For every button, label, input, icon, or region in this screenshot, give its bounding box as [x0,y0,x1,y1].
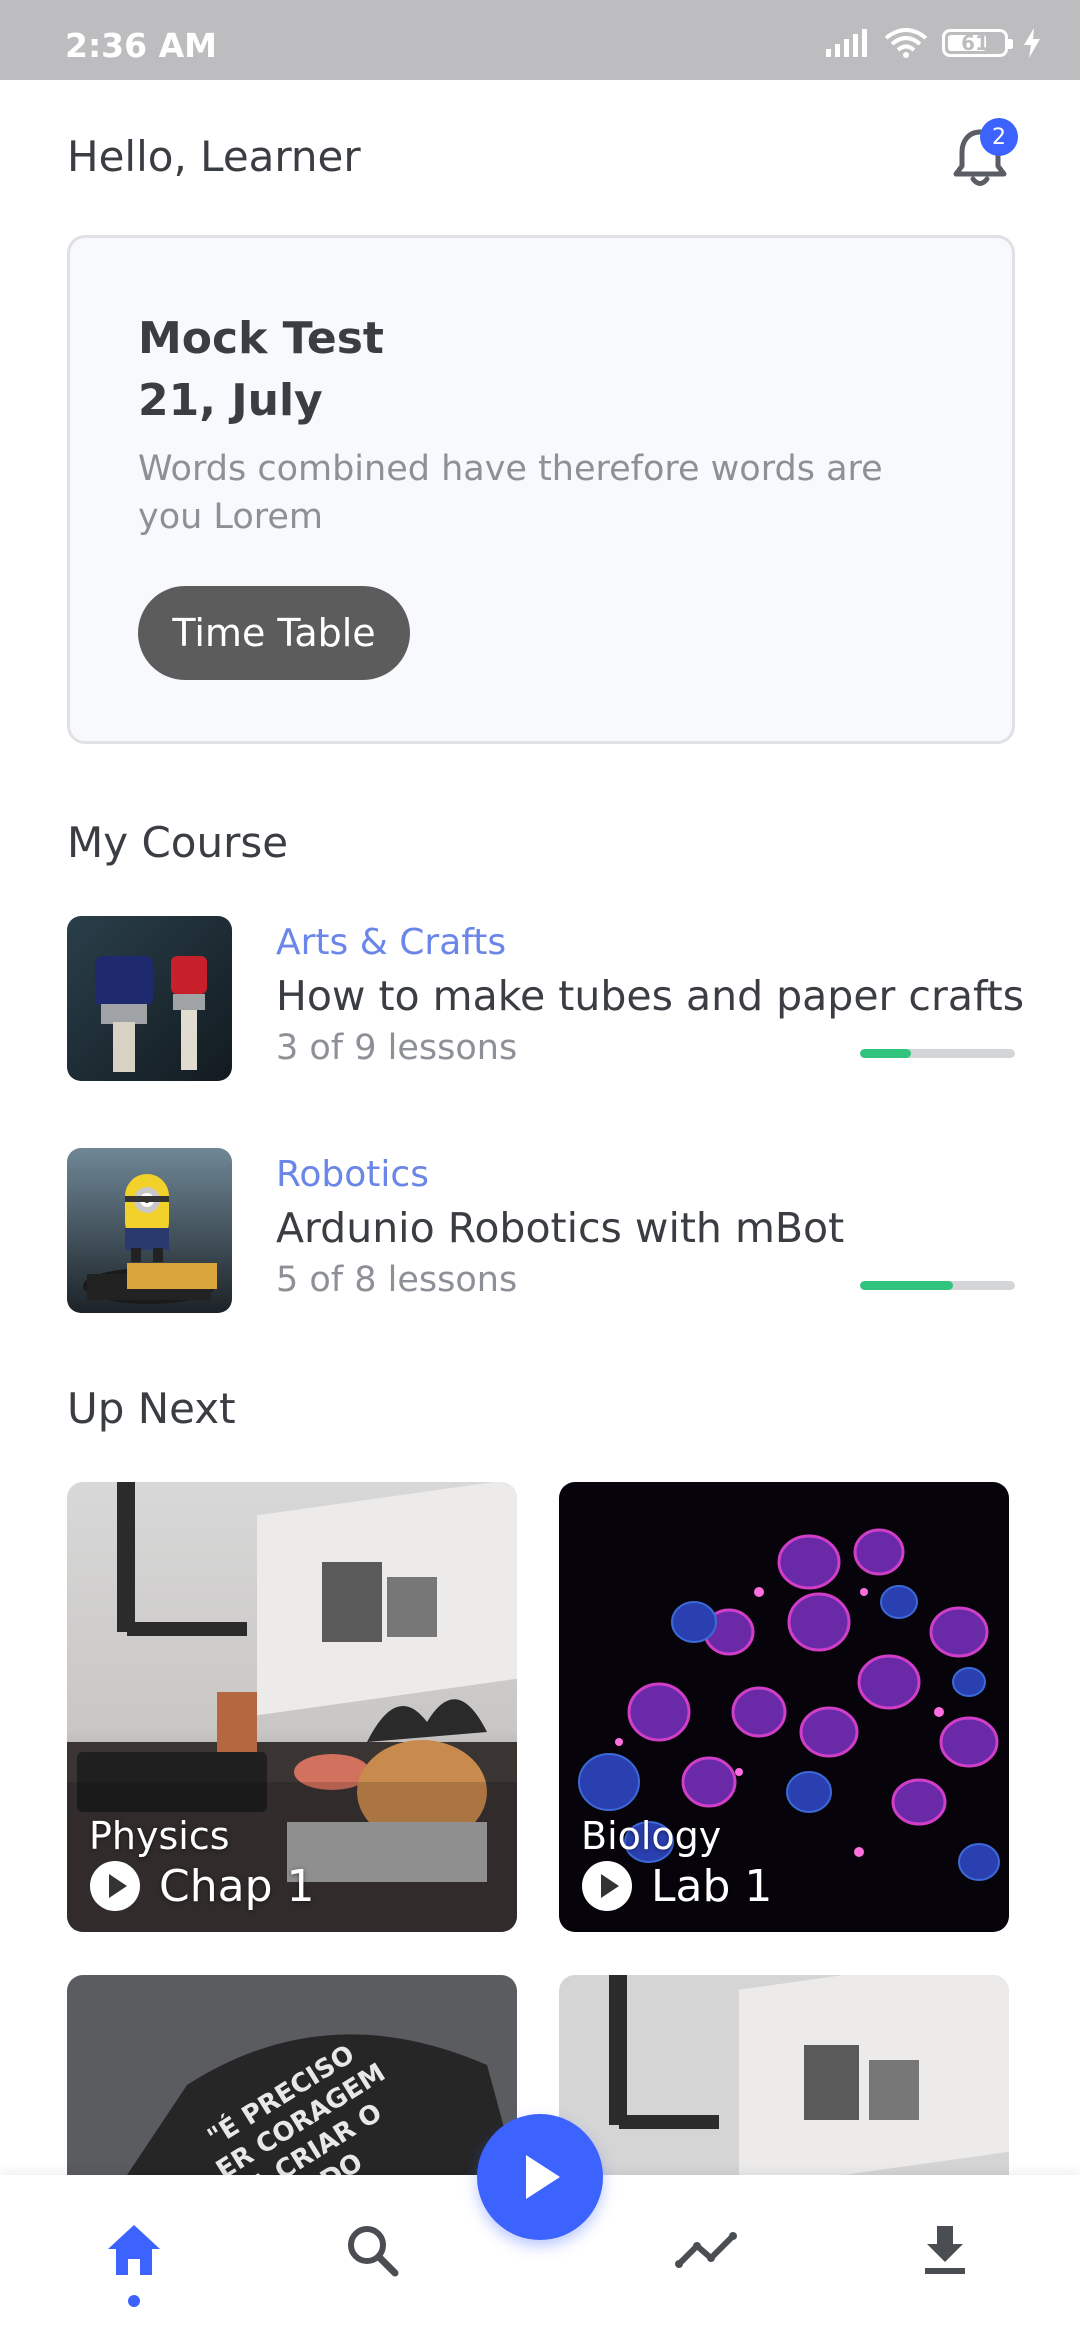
greeting-title: Hello, Learner [67,132,361,181]
nav-search[interactable] [337,2215,407,2285]
course-thumbnail [67,1148,232,1313]
play-fab[interactable] [477,2114,603,2240]
course-lessons: 5 of 8 lessons [276,1260,518,1300]
trend-icon [675,2232,737,2268]
up-next-tile-physics[interactable]: Physics Chap 1 [67,1482,517,1932]
mock-test-name: Mock Test [138,313,384,364]
status-icons: 61 [824,28,1042,58]
nav-home[interactable] [99,2215,169,2285]
home-icon [108,2225,160,2275]
my-course-title: My Course [67,818,289,867]
course-name: How to make tubes and paper crafts [276,972,1025,1020]
time-table-button[interactable]: Time Table [138,586,410,680]
tile-chapter[interactable]: Chap 1 [89,1860,314,1912]
download-icon [925,2226,965,2274]
tile-subject: Biology [581,1814,722,1858]
status-bar: 2:36 AM 61 [0,0,1080,80]
signal-icon [826,29,867,57]
tile-subject: Physics [89,1814,230,1858]
course-lessons: 3 of 9 lessons [276,1028,518,1068]
play-icon [526,2155,560,2199]
course-name: Ardunio Robotics with mBot [276,1204,845,1252]
charging-icon [1024,28,1040,58]
mock-test-title: Mock Test 21, July [138,308,384,432]
course-item[interactable]: Robotics Ardunio Robotics with mBot 5 of… [67,1148,1015,1313]
nav-progress[interactable] [672,2215,742,2285]
tile-chapter-label: Chap 1 [159,1860,315,1912]
course-progress-fill [860,1281,953,1290]
battery-level: 61 [961,31,989,55]
wifi-icon [884,28,928,58]
play-circle-icon[interactable] [581,1860,633,1912]
tile-image [559,1975,1009,2175]
course-category: Robotics [276,1154,429,1195]
tile-image: "É PRECISO ER CORAGEM A CRIAR O UNDO [67,1975,517,2175]
mock-test-description: Words combined have therefore words are … [138,449,883,537]
nav-active-indicator [128,2295,140,2307]
play-circle-icon[interactable] [89,1860,141,1912]
course-thumbnail [67,916,232,1081]
tile-chapter-label: Lab 1 [651,1860,773,1912]
mock-test-card[interactable]: Mock Test 21, July Words combined have t… [67,235,1015,744]
nav-downloads[interactable] [910,2215,980,2285]
course-category: Arts & Crafts [276,922,507,963]
notification-badge: 2 [980,118,1018,156]
battery-icon: 61 [942,29,1013,57]
up-next-tile-biology[interactable]: Biology Lab 1 [559,1482,1009,1932]
course-progress-bar [860,1049,1015,1058]
course-progress-fill [860,1049,912,1058]
up-next-title: Up Next [67,1384,236,1433]
up-next-tile[interactable]: "É PRECISO ER CORAGEM A CRIAR O UNDO [67,1975,517,2175]
up-next-tile[interactable] [559,1975,1009,2175]
tile-chapter[interactable]: Lab 1 [581,1860,772,1912]
course-progress-bar [860,1281,1015,1290]
search-icon [348,2226,399,2277]
status-time: 2:36 AM [65,26,217,65]
mock-test-date: 21, July [138,375,323,426]
course-item[interactable]: Arts & Crafts How to make tubes and pape… [67,916,1024,1081]
